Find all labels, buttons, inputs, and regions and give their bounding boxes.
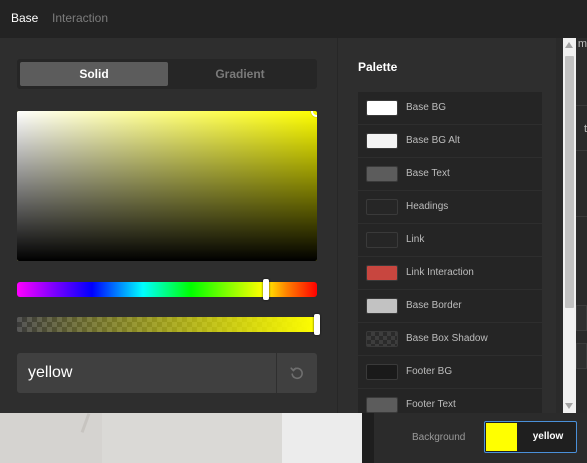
panel-divider — [337, 38, 338, 413]
background-field — [576, 343, 587, 369]
palette-item[interactable]: Headings — [358, 191, 542, 223]
background-setting-row: Background yellow — [374, 413, 587, 463]
palette-item[interactable]: Base BG Alt — [358, 125, 542, 157]
palette-swatch — [366, 166, 398, 182]
scroll-up-arrow-icon[interactable] — [565, 42, 573, 48]
color-value-input[interactable] — [17, 353, 275, 393]
palette-item[interactable]: Footer BG — [358, 356, 542, 388]
palette-item-label: Footer BG — [406, 366, 453, 377]
palette-swatch — [366, 232, 398, 248]
palette-item-label: Footer Text — [406, 399, 456, 410]
palette-item-label: Link — [406, 234, 425, 245]
palette-swatch — [366, 100, 398, 116]
background-field — [576, 305, 587, 331]
palette-item-label: Base Border — [406, 300, 462, 311]
top-tab-bar: Base Interaction — [0, 0, 587, 38]
saturation-value-area[interactable] — [17, 111, 317, 261]
background-setting-label: Background — [412, 432, 466, 443]
scroll-down-arrow-icon[interactable] — [565, 403, 573, 409]
palette-item-label: Headings — [406, 201, 449, 212]
palette-scrollbar[interactable] — [563, 38, 576, 413]
saturation-black-layer — [17, 111, 317, 261]
palette-swatch — [366, 298, 398, 314]
palette-item[interactable]: Base Border — [358, 290, 542, 322]
palette-item[interactable]: Base BG — [358, 92, 542, 124]
preview-image-region — [102, 413, 282, 463]
hue-slider[interactable] — [17, 279, 317, 300]
preview-image — [0, 413, 362, 463]
palette-swatch — [366, 265, 398, 281]
tab-base[interactable]: Base — [11, 11, 38, 25]
background-divider — [576, 216, 587, 217]
palette-swatch — [366, 364, 398, 380]
palette-item[interactable]: Link — [358, 224, 542, 256]
picker-panel: Solid Gradient — [0, 38, 338, 413]
palette-swatch — [366, 199, 398, 215]
gradient-mode-button[interactable]: Gradient — [166, 62, 314, 86]
background-text-fragment: m — [577, 38, 587, 50]
reset-button[interactable] — [277, 353, 317, 393]
hue-slider-handle[interactable] — [263, 279, 269, 300]
background-color-value: yellow — [532, 431, 564, 442]
palette-item-label: Link Interaction — [406, 267, 474, 278]
reset-icon — [290, 367, 303, 380]
palette-item-label: Base BG — [406, 102, 447, 113]
palette-swatch — [366, 397, 398, 413]
background-divider — [576, 105, 587, 106]
opacity-slider[interactable] — [17, 314, 320, 335]
palette-item-label: Base BG Alt — [406, 135, 460, 146]
solid-mode-button[interactable]: Solid — [20, 62, 168, 86]
palette-swatch — [366, 331, 398, 347]
color-value-row — [17, 353, 317, 393]
app-root: Base Interaction m t Solid Gradient yell… — [0, 0, 587, 463]
background-color-swatch — [486, 423, 517, 451]
background-color-control[interactable]: yellow — [484, 421, 577, 453]
opacity-slider-handle[interactable] — [314, 314, 320, 335]
color-picker-popover: Solid Gradient yellow Palette Base BG Ba… — [0, 38, 556, 413]
preview-gap — [362, 413, 374, 463]
background-divider — [576, 150, 587, 151]
palette-item[interactable]: Base Box Shadow — [358, 323, 542, 355]
palette-item[interactable]: Base Text — [358, 158, 542, 190]
mode-toggle: Solid Gradient — [17, 59, 317, 89]
scrollbar-thumb[interactable] — [565, 56, 574, 308]
palette-list: Base BG Base BG Alt Base Text Headings Link L… — [358, 92, 542, 413]
palette-item-label: Base Text — [406, 168, 450, 179]
palette-swatch — [366, 133, 398, 149]
palette-item[interactable]: Link Interaction — [358, 257, 542, 289]
preview-image-region — [282, 413, 362, 463]
palette-item-label: Base Box Shadow — [406, 333, 488, 344]
palette-title: Palette — [358, 60, 398, 74]
palette-item[interactable]: Footer Text — [358, 389, 542, 413]
tab-interaction[interactable]: Interaction — [52, 11, 108, 25]
